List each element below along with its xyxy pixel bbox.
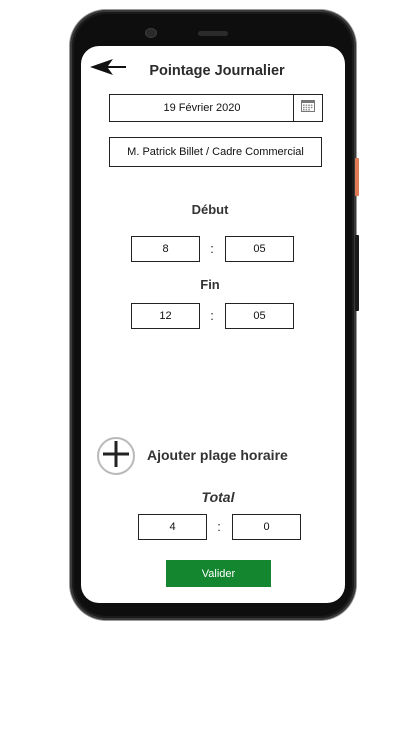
calendar-button[interactable] — [293, 94, 323, 122]
total-hours-field: 4 — [138, 514, 207, 540]
add-range-button[interactable] — [97, 437, 135, 475]
front-camera — [145, 28, 157, 38]
start-minutes-input[interactable]: 05 — [225, 236, 294, 262]
earpiece-speaker — [198, 31, 228, 36]
app-screen: Pointage Journalier 19 Février 2020 M. P… — [81, 46, 345, 603]
add-range-label[interactable]: Ajouter plage horaire — [147, 447, 307, 463]
employee-field[interactable]: M. Patrick Billet / Cadre Commercial — [109, 137, 322, 167]
end-minutes-input[interactable]: 05 — [225, 303, 294, 329]
back-arrow-icon[interactable] — [89, 58, 127, 76]
submit-button[interactable]: Valider — [166, 560, 271, 587]
start-hours-input[interactable]: 8 — [131, 236, 200, 262]
end-label: Fin — [200, 277, 220, 292]
end-time-separator: : — [210, 308, 214, 323]
calendar-icon — [301, 99, 315, 117]
end-hours-input[interactable]: 12 — [131, 303, 200, 329]
date-field[interactable]: 19 Février 2020 — [109, 94, 295, 122]
start-time-separator: : — [210, 241, 214, 256]
side-button-volume — [355, 235, 359, 311]
side-button-power — [355, 158, 359, 196]
total-label: Total — [201, 489, 235, 505]
total-time-separator: : — [217, 519, 221, 534]
page-title: Pointage Journalier — [149, 63, 285, 79]
plus-icon — [101, 439, 131, 474]
total-minutes-field: 0 — [232, 514, 301, 540]
start-label: Début — [191, 202, 229, 217]
